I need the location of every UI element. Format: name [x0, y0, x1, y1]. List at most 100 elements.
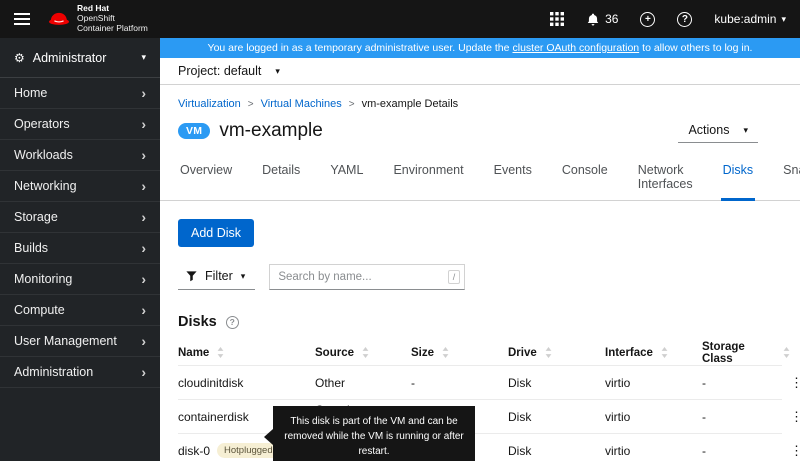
- search-by-name-input[interactable]: [269, 264, 465, 290]
- user-menu-dropdown[interactable]: kube:admin ▾: [714, 12, 786, 26]
- sidebar-item-compute[interactable]: Compute ›: [0, 295, 160, 326]
- kebab-menu-button[interactable]: ⋮: [790, 410, 800, 423]
- gear-icon: ⚙: [14, 51, 25, 65]
- sidebar-item-label: Builds: [14, 241, 48, 255]
- import-button[interactable]: +: [640, 12, 655, 27]
- breadcrumb-virtual-machines-link[interactable]: Virtual Machines: [261, 98, 342, 110]
- disks-heading: Disks: [178, 314, 217, 330]
- filter-funnel-icon: [186, 271, 197, 282]
- cell-drive: Disk: [508, 410, 605, 424]
- chevron-right-icon: ›: [141, 272, 146, 286]
- project-bar: Project: default ▾: [160, 58, 800, 85]
- cell-interface: virtio: [605, 376, 702, 390]
- kebab-menu-button[interactable]: ⋮: [790, 376, 800, 389]
- column-header-storage-class[interactable]: Storage Class: [702, 341, 790, 365]
- page-title: vm-example: [219, 120, 322, 142]
- sidebar-item-label: Administration: [14, 365, 93, 379]
- vm-kind-badge: VM: [178, 123, 210, 139]
- bell-icon: [586, 12, 600, 27]
- oauth-configuration-link[interactable]: cluster OAuth configuration: [513, 42, 640, 54]
- sidebar-item-monitoring[interactable]: Monitoring ›: [0, 264, 160, 295]
- filter-label: Filter: [205, 269, 233, 283]
- cell-interface: virtio: [605, 444, 702, 458]
- chevron-right-icon: ›: [141, 179, 146, 193]
- sidebar-item-storage[interactable]: Storage ›: [0, 202, 160, 233]
- tab-overview[interactable]: Overview: [178, 157, 234, 200]
- actions-dropdown-button[interactable]: Actions ▾: [678, 119, 758, 143]
- banner-text-before: You are logged in as a temporary adminis…: [208, 42, 510, 54]
- breadcrumb-separator: >: [248, 99, 254, 110]
- app-launcher-button[interactable]: [550, 12, 564, 26]
- chevron-right-icon: ›: [141, 241, 146, 255]
- app-root: Red Hat OpenShift Container Platform: [0, 0, 800, 461]
- search-box: /: [269, 264, 465, 290]
- sort-icon: [362, 347, 369, 358]
- sidebar-item-label: Home: [14, 86, 47, 100]
- cell-size: -: [411, 376, 508, 390]
- tooltip-text: This disk is part of the VM and can be r…: [284, 416, 464, 457]
- nav-toggle-button[interactable]: [10, 14, 34, 24]
- notifications-button[interactable]: 36: [586, 12, 618, 27]
- kebab-menu-button[interactable]: ⋮: [790, 444, 800, 457]
- add-disk-button[interactable]: Add Disk: [178, 219, 254, 247]
- sidebar-item-label: Operators: [14, 117, 70, 131]
- tab-disks[interactable]: Disks: [721, 157, 756, 200]
- cell-name: cloudinitdisk: [178, 376, 315, 390]
- sidebar-item-home[interactable]: Home ›: [0, 78, 160, 109]
- help-button[interactable]: ?: [677, 12, 692, 27]
- disks-table: Name Source Size: [178, 340, 782, 461]
- breadcrumb-current: vm-example Details: [362, 98, 459, 110]
- cell-storage-class: -: [702, 444, 790, 458]
- column-header-source[interactable]: Source: [315, 347, 411, 359]
- notification-count: 36: [605, 12, 618, 26]
- column-header-name[interactable]: Name: [178, 347, 315, 359]
- project-selector-label: Project: default: [178, 64, 261, 78]
- redhat-logo-icon: [48, 11, 70, 27]
- disks-help-icon[interactable]: ?: [226, 316, 239, 329]
- chevron-right-icon: ›: [141, 86, 146, 100]
- breadcrumb-separator: >: [349, 99, 355, 110]
- sidebar-item-user-management[interactable]: User Management ›: [0, 326, 160, 357]
- caret-down-icon: ▾: [275, 67, 280, 76]
- banner-text-after: to allow others to log in.: [642, 42, 752, 54]
- chevron-right-icon: ›: [141, 210, 146, 224]
- breadcrumb-virtualization-link[interactable]: Virtualization: [178, 98, 241, 110]
- tab-environment[interactable]: Environment: [391, 157, 465, 200]
- sidebar-item-networking[interactable]: Networking ›: [0, 171, 160, 202]
- hamburger-icon: [14, 18, 30, 20]
- disks-toolbar: Filter ▾ /: [178, 264, 782, 290]
- caret-down-icon: ▾: [241, 272, 246, 281]
- sidebar-item-builds[interactable]: Builds ›: [0, 233, 160, 264]
- chevron-right-icon: ›: [141, 334, 146, 348]
- sort-icon: [545, 347, 552, 358]
- tab-snapshots[interactable]: Snapshots: [781, 157, 800, 200]
- cell-name: disk-0: [178, 444, 210, 458]
- filter-dropdown-button[interactable]: Filter ▾: [178, 264, 255, 290]
- column-header-size[interactable]: Size: [411, 347, 508, 359]
- sort-icon: [442, 347, 449, 358]
- sidebar-item-operators[interactable]: Operators ›: [0, 109, 160, 140]
- sidebar-item-workloads[interactable]: Workloads ›: [0, 140, 160, 171]
- sidebar-item-administration[interactable]: Administration ›: [0, 357, 160, 388]
- sidebar-item-label: Compute: [14, 303, 65, 317]
- perspective-label: Administrator: [33, 51, 107, 65]
- tab-network-interfaces[interactable]: Network Interfaces: [636, 157, 695, 200]
- tab-console[interactable]: Console: [560, 157, 610, 200]
- tooltip-arrow-left: [264, 429, 273, 445]
- sort-icon: [217, 347, 224, 358]
- sidebar-item-label: Workloads: [14, 148, 73, 162]
- tab-events[interactable]: Events: [492, 157, 534, 200]
- hotplugged-badge[interactable]: Hotplugged: [217, 443, 280, 458]
- column-header-interface[interactable]: Interface: [605, 347, 702, 359]
- tab-yaml[interactable]: YAML: [328, 157, 365, 200]
- tab-details[interactable]: Details: [260, 157, 302, 200]
- perspective-switcher[interactable]: ⚙ Administrator ▾: [0, 38, 160, 78]
- brand-logo[interactable]: Red Hat OpenShift Container Platform: [48, 4, 148, 33]
- project-selector-dropdown[interactable]: Project: default ▾: [178, 64, 280, 78]
- sort-icon: [783, 347, 790, 358]
- disks-table-header: Name Source Size: [178, 340, 782, 366]
- cell-source: Other: [315, 376, 411, 390]
- plus-circle-icon: +: [640, 12, 655, 27]
- column-header-drive[interactable]: Drive: [508, 347, 605, 359]
- cell-interface: virtio: [605, 410, 702, 424]
